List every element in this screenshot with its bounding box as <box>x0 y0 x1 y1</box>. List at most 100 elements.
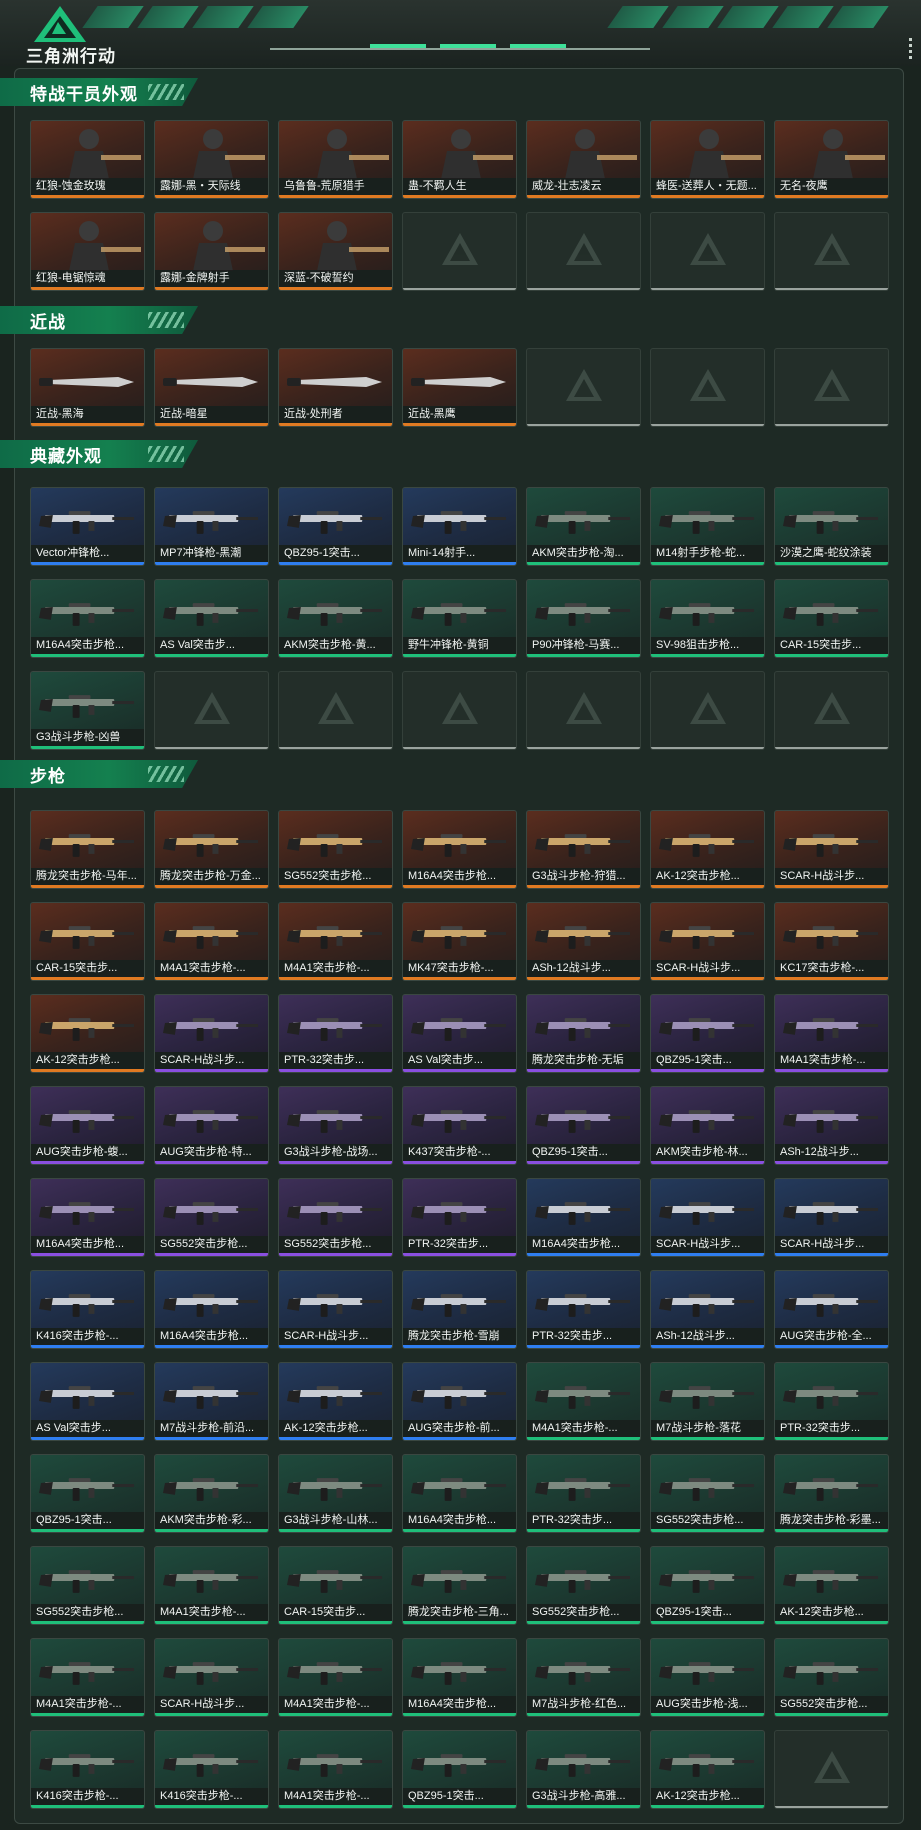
skin-card[interactable]: AUG突击步枪-全... <box>774 1270 889 1349</box>
skin-card[interactable]: 腾龙突击步枪-雪崩 <box>402 1270 517 1349</box>
skin-card[interactable]: AUG突击步枪-浅... <box>650 1638 765 1717</box>
skin-card[interactable]: QBZ95-1突击... <box>278 487 393 566</box>
skin-card[interactable]: CAR-15突击步... <box>278 1546 393 1625</box>
skin-card[interactable]: 露娜-黑・天际线 <box>154 120 269 199</box>
more-options-icon[interactable] <box>909 38 913 62</box>
skin-card[interactable]: 无名-夜鹰 <box>774 120 889 199</box>
skin-card[interactable]: M7战斗步枪-落花 <box>650 1362 765 1441</box>
skin-card[interactable]: AS Val突击步... <box>30 1362 145 1441</box>
skin-card[interactable]: M4A1突击步枪-... <box>774 994 889 1073</box>
skin-card[interactable]: M16A4突击步枪... <box>30 1178 145 1257</box>
skin-card[interactable]: MK47突击步枪-... <box>402 902 517 981</box>
skin-card[interactable]: SG552突击步枪... <box>650 1454 765 1533</box>
skin-card[interactable]: SCAR-H战斗步... <box>650 1178 765 1257</box>
skin-card[interactable]: SCAR-H战斗步... <box>154 994 269 1073</box>
skin-card[interactable]: M4A1突击步枪-... <box>526 1362 641 1441</box>
skin-card[interactable]: PTR-32突击步... <box>278 994 393 1073</box>
skin-card[interactable]: M4A1突击步枪-... <box>278 902 393 981</box>
skin-card[interactable]: AS Val突击步... <box>154 579 269 658</box>
skin-card[interactable]: M4A1突击步枪-... <box>30 1638 145 1717</box>
skin-card[interactable]: M4A1突击步枪-... <box>278 1730 393 1809</box>
skin-card[interactable]: AK-12突击步枪... <box>30 994 145 1073</box>
skin-card[interactable]: CAR-15突击步... <box>774 579 889 658</box>
skin-card[interactable]: M4A1突击步枪-... <box>278 1638 393 1717</box>
skin-card[interactable]: QBZ95-1突击... <box>526 1086 641 1165</box>
skin-card[interactable]: M7战斗步枪-红色... <box>526 1638 641 1717</box>
skin-card[interactable]: ASh-12战斗步... <box>526 902 641 981</box>
skin-card[interactable]: SG552突击步枪... <box>526 1546 641 1625</box>
skin-card[interactable]: SCAR-H战斗步... <box>278 1270 393 1349</box>
skin-card[interactable]: 沙漠之鹰-蛇纹涂装 <box>774 487 889 566</box>
skin-card[interactable]: ASh-12战斗步... <box>774 1086 889 1165</box>
skin-card[interactable]: 腾龙突击步枪-无垢 <box>526 994 641 1073</box>
skin-card[interactable]: AKM突击步枪-林... <box>650 1086 765 1165</box>
skin-card[interactable]: SCAR-H战斗步... <box>774 1178 889 1257</box>
skin-card[interactable]: SG552突击步枪... <box>278 810 393 889</box>
skin-card[interactable]: M4A1突击步枪-... <box>154 902 269 981</box>
skin-card[interactable]: SG552突击步枪... <box>30 1546 145 1625</box>
skin-card[interactable]: AKM突击步枪-黄... <box>278 579 393 658</box>
skin-card[interactable]: Mini-14射手... <box>402 487 517 566</box>
skin-card[interactable]: M16A4突击步枪... <box>402 1638 517 1717</box>
skin-card[interactable]: AS Val突击步... <box>402 994 517 1073</box>
skin-card[interactable]: M7战斗步枪-前沿... <box>154 1362 269 1441</box>
skin-card[interactable]: 红狼-蚀金玫瑰 <box>30 120 145 199</box>
skin-card[interactable]: CAR-15突击步... <box>30 902 145 981</box>
skin-card[interactable]: PTR-32突击步... <box>774 1362 889 1441</box>
skin-card[interactable]: 野牛冲锋枪-黄铜 <box>402 579 517 658</box>
skin-card[interactable]: 红狼-电锯惊魂 <box>30 212 145 291</box>
skin-card[interactable]: SG552突击步枪... <box>154 1178 269 1257</box>
skin-card[interactable]: G3战斗步枪-战场... <box>278 1086 393 1165</box>
skin-card[interactable]: G3战斗步枪-狩猎... <box>526 810 641 889</box>
skin-card[interactable]: 腾龙突击步枪-彩墨... <box>774 1454 889 1533</box>
skin-card[interactable]: M4A1突击步枪-... <box>154 1546 269 1625</box>
skin-card[interactable]: M16A4突击步枪... <box>30 579 145 658</box>
skin-card[interactable]: 近战-暗星 <box>154 348 269 427</box>
skin-card[interactable]: SG552突击步枪... <box>278 1178 393 1257</box>
skin-card[interactable]: PTR-32突击步... <box>526 1270 641 1349</box>
skin-card[interactable]: AUG突击步枪-前... <box>402 1362 517 1441</box>
skin-card[interactable]: AUG突击步枪-特... <box>154 1086 269 1165</box>
skin-card[interactable]: AKM突击步枪-淘... <box>526 487 641 566</box>
skin-card[interactable]: 近战-黑鹰 <box>402 348 517 427</box>
skin-card[interactable]: AKM突击步枪-彩... <box>154 1454 269 1533</box>
skin-card[interactable]: M16A4突击步枪... <box>402 810 517 889</box>
skin-card[interactable]: MP7冲锋枪-黑潮 <box>154 487 269 566</box>
skin-card[interactable]: AK-12突击步枪... <box>278 1362 393 1441</box>
skin-card[interactable]: P90冲锋枪-马赛... <box>526 579 641 658</box>
skin-card[interactable]: M16A4突击步枪... <box>154 1270 269 1349</box>
skin-card[interactable]: G3战斗步枪-山林... <box>278 1454 393 1533</box>
skin-card[interactable]: G3战斗步枪-高雅... <box>526 1730 641 1809</box>
skin-card[interactable]: 乌鲁鲁-荒原猎手 <box>278 120 393 199</box>
skin-card[interactable]: 腾龙突击步枪-万金... <box>154 810 269 889</box>
skin-card[interactable]: AUG突击步枪-蝮... <box>30 1086 145 1165</box>
skin-card[interactable]: 近战-黑海 <box>30 348 145 427</box>
skin-card[interactable]: SG552突击步枪... <box>774 1638 889 1717</box>
skin-card[interactable]: K416突击步枪-... <box>154 1730 269 1809</box>
skin-card[interactable]: SCAR-H战斗步... <box>774 810 889 889</box>
skin-card[interactable]: AK-12突击步枪... <box>650 1730 765 1809</box>
skin-card[interactable]: Vector冲锋枪... <box>30 487 145 566</box>
skin-card[interactable]: 腾龙突击步枪-三角... <box>402 1546 517 1625</box>
skin-card[interactable]: PTR-32突击步... <box>526 1454 641 1533</box>
skin-card[interactable]: M16A4突击步枪... <box>526 1178 641 1257</box>
skin-card[interactable]: SCAR-H战斗步... <box>154 1638 269 1717</box>
skin-card[interactable]: ASh-12战斗步... <box>650 1270 765 1349</box>
skin-card[interactable]: K437突击步枪-... <box>402 1086 517 1165</box>
skin-card[interactable]: M16A4突击步枪... <box>402 1454 517 1533</box>
skin-card[interactable]: SV-98狙击步枪... <box>650 579 765 658</box>
skin-card[interactable]: AK-12突击步枪... <box>650 810 765 889</box>
skin-card[interactable]: G3战斗步枪-凶兽 <box>30 671 145 750</box>
skin-card[interactable]: 威龙-壮志凌云 <box>526 120 641 199</box>
skin-card[interactable]: 露娜-金牌射手 <box>154 212 269 291</box>
skin-card[interactable]: K416突击步枪-... <box>30 1730 145 1809</box>
skin-card[interactable]: QBZ95-1突击... <box>650 994 765 1073</box>
skin-card[interactable]: AK-12突击步枪... <box>774 1546 889 1625</box>
skin-card[interactable]: SCAR-H战斗步... <box>650 902 765 981</box>
skin-card[interactable]: KC17突击步枪-... <box>774 902 889 981</box>
skin-card[interactable]: K416突击步枪-... <box>30 1270 145 1349</box>
skin-card[interactable]: QBZ95-1突击... <box>650 1546 765 1625</box>
skin-card[interactable]: 蛊-不羁人生 <box>402 120 517 199</box>
skin-card[interactable]: PTR-32突击步... <box>402 1178 517 1257</box>
skin-card[interactable]: QBZ95-1突击... <box>30 1454 145 1533</box>
